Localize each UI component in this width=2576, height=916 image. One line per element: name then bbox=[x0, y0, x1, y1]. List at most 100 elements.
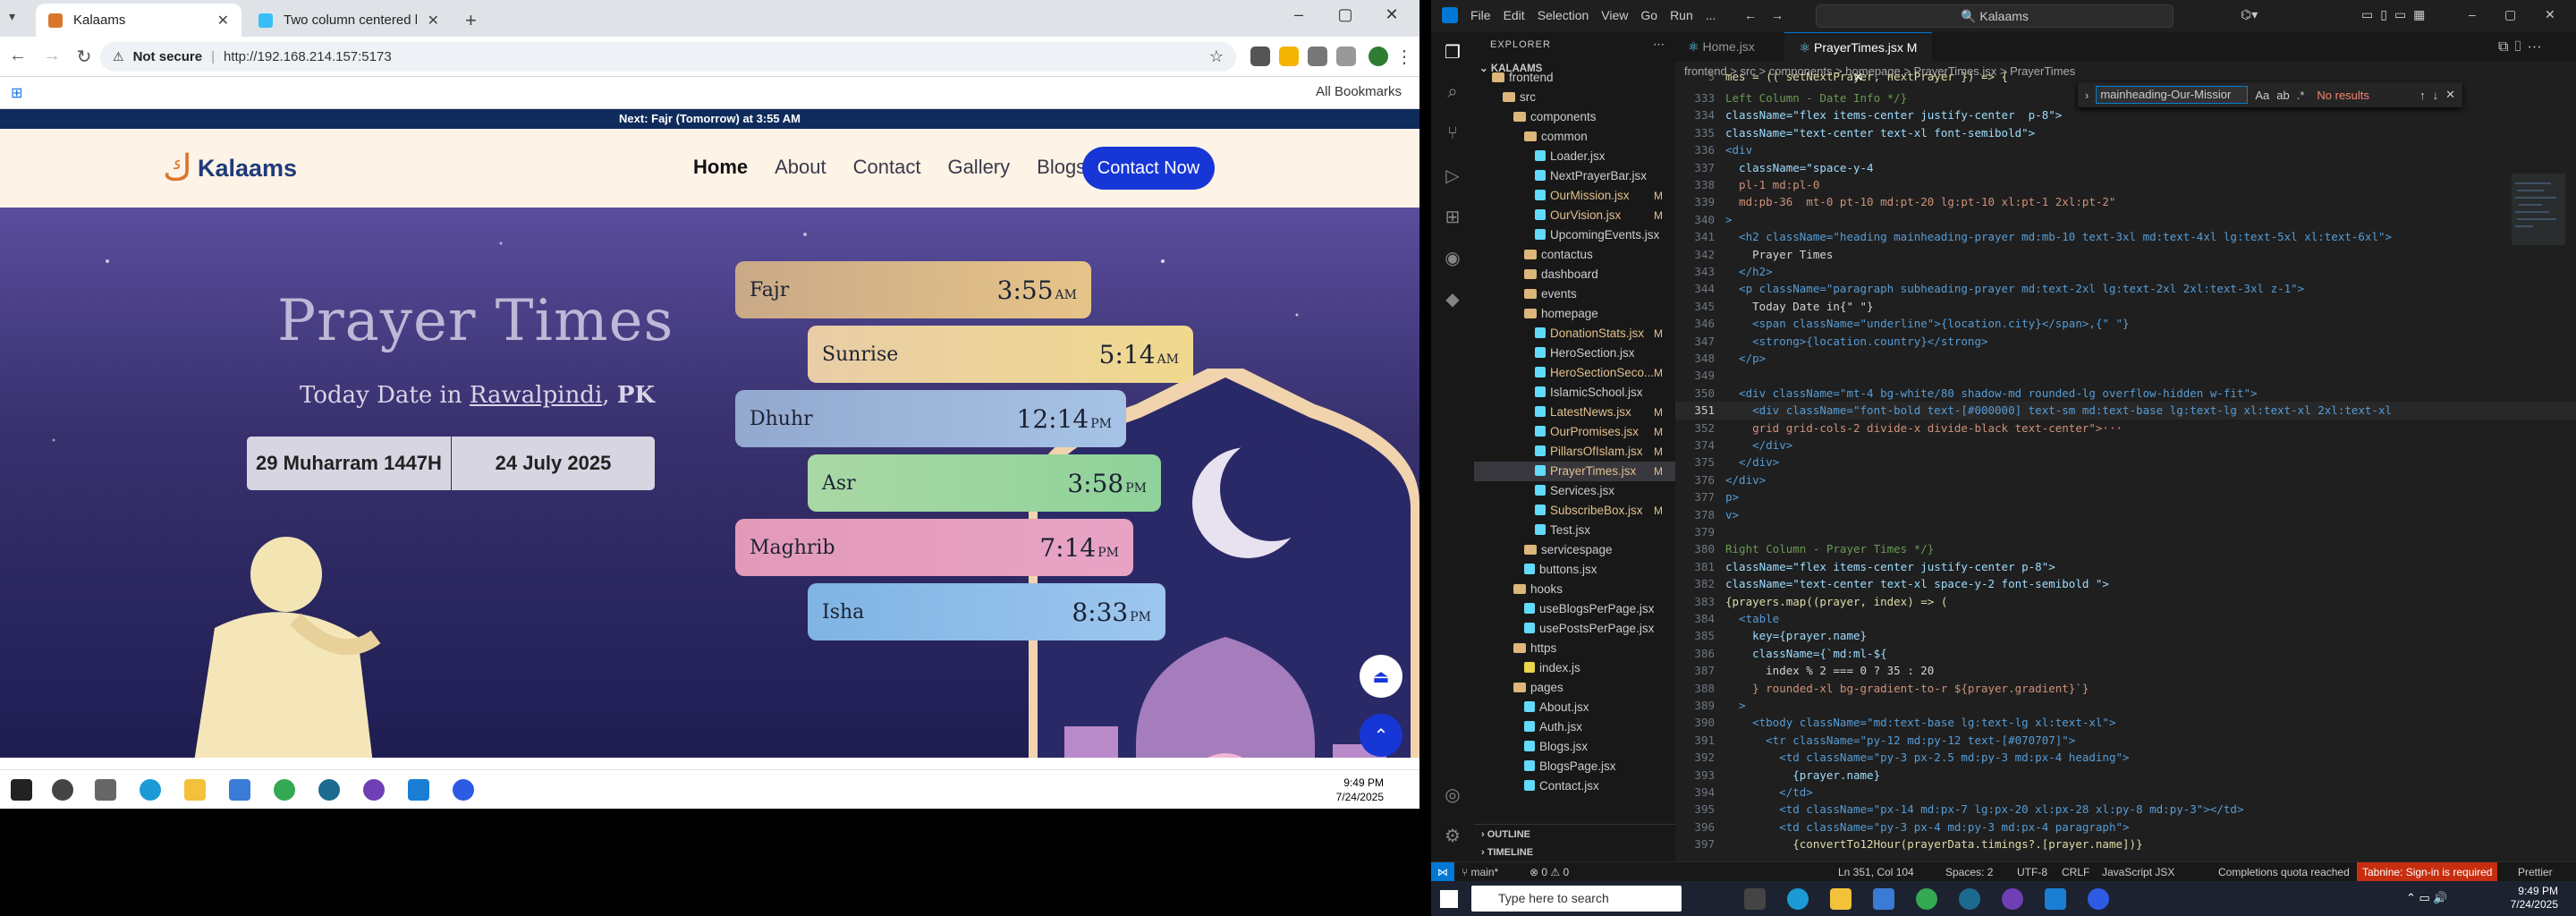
tree-file[interactable]: SubscribeBox.jsx M bbox=[1474, 501, 1675, 521]
nav-home[interactable]: Home bbox=[693, 156, 748, 179]
star-icon[interactable]: ☆ bbox=[1209, 47, 1224, 66]
copilot-icon[interactable]: ⌬▾ bbox=[2241, 7, 2258, 22]
run-debug-icon[interactable]: ▷ bbox=[1442, 165, 1463, 186]
tree-folder[interactable]: hooks bbox=[1474, 580, 1675, 599]
file-explorer-icon[interactable] bbox=[1830, 888, 1852, 910]
maximize-icon[interactable]: ▢ bbox=[1326, 5, 1365, 24]
puzzle-icon[interactable] bbox=[1308, 47, 1327, 66]
taskbar-search-input[interactable]: Type here to search bbox=[1471, 886, 1682, 912]
close-window-icon[interactable]: ✕ bbox=[1372, 5, 1411, 24]
code-line[interactable]: 347 <strong>{location.country}</strong> bbox=[1675, 333, 2576, 350]
code-line[interactable]: 386 className={`md:ml-${ bbox=[1675, 645, 2576, 662]
tree-file[interactable]: PillarsOfIslam.jsx M bbox=[1474, 442, 1675, 462]
code-line[interactable]: 394 </td> bbox=[1675, 784, 2576, 801]
editor-tab-prayertimes[interactable]: ⚛ PrayerTimes.jsx M ✕ bbox=[1784, 32, 1932, 84]
tree-file[interactable]: IslamicSchool.jsx bbox=[1474, 383, 1675, 403]
timeline-section[interactable]: › TIMELINE bbox=[1474, 844, 1675, 861]
menu-go[interactable]: Go bbox=[1640, 8, 1657, 22]
tree-file[interactable]: buttons.jsx bbox=[1474, 560, 1675, 580]
forward-icon[interactable]: → bbox=[39, 46, 64, 66]
code-line[interactable]: 385 key={prayer.name} bbox=[1675, 627, 2576, 644]
next-match-icon[interactable]: ↓ bbox=[2433, 89, 2439, 102]
extension-icon[interactable] bbox=[1250, 47, 1270, 66]
back-icon[interactable]: ← bbox=[5, 46, 30, 66]
scroll-up-icon[interactable]: ⏏ bbox=[1360, 655, 1402, 698]
minimize-icon[interactable]: – bbox=[1279, 5, 1318, 24]
nav-forward-icon[interactable]: → bbox=[1771, 8, 1784, 22]
code-line[interactable]: 382 className="text-center text-xl space-… bbox=[1675, 575, 2576, 592]
code-line[interactable]: 393 {prayer.name} bbox=[1675, 767, 2576, 784]
tree-file[interactable]: Services.jsx bbox=[1474, 481, 1675, 501]
search-icon[interactable] bbox=[52, 779, 73, 801]
outline-section[interactable]: › OUTLINE bbox=[1474, 824, 1675, 844]
menu-file[interactable]: File bbox=[1470, 8, 1491, 22]
code-line[interactable]: 397 {convertTo12Hour(prayerData.timings?… bbox=[1675, 835, 2576, 852]
minimap[interactable] bbox=[2512, 84, 2565, 853]
code-line[interactable]: 342 Prayer Times bbox=[1675, 246, 2576, 263]
maximize-icon[interactable]: ▢ bbox=[2504, 7, 2516, 22]
code-line[interactable]: 334 className="flex items-center justify-… bbox=[1675, 106, 2576, 123]
tree-file[interactable]: HeroSection.jsx bbox=[1474, 344, 1675, 363]
tree-file[interactable]: PrayerTimes.jsx M bbox=[1474, 462, 1675, 481]
new-tab-icon[interactable]: + bbox=[465, 9, 477, 32]
menu-selection[interactable]: Selection bbox=[1538, 8, 1589, 22]
github-icon[interactable] bbox=[363, 779, 385, 801]
tree-folder[interactable]: events bbox=[1474, 284, 1675, 304]
code-line[interactable]: 391 <tr className="py-12 md:py-12 text-[… bbox=[1675, 732, 2576, 749]
regex-icon[interactable]: .* bbox=[2297, 89, 2305, 102]
task-view-icon[interactable] bbox=[95, 779, 116, 801]
vscode-icon[interactable] bbox=[408, 779, 429, 801]
prettier-status[interactable]: Prettier bbox=[2518, 862, 2553, 881]
tree-folder[interactable]: homepage bbox=[1474, 304, 1675, 324]
close-find-icon[interactable]: ✕ bbox=[2445, 88, 2455, 102]
code-line[interactable]: 337 className="space-y-4 bbox=[1675, 159, 2576, 176]
tree-file[interactable]: BlogsPage.jsx bbox=[1474, 757, 1675, 776]
tree-file[interactable]: OurMission.jsx M bbox=[1474, 186, 1675, 206]
layout-icons[interactable]: ▭▯▭▦ bbox=[2361, 7, 2432, 22]
explorer-more-icon[interactable]: ⋯ bbox=[1653, 38, 1665, 52]
code-line[interactable]: 349 bbox=[1675, 367, 2576, 384]
minimize-icon[interactable]: – bbox=[2469, 7, 2476, 21]
tabnine-icon[interactable]: ◆ bbox=[1442, 288, 1463, 310]
code-line[interactable]: 336 <div bbox=[1675, 141, 2576, 158]
code-line[interactable]: 379 bbox=[1675, 523, 2576, 540]
code-line[interactable]: 392 <td className="py-3 px-2.5 md:py-3 m… bbox=[1675, 749, 2576, 766]
remote-icon[interactable]: ⋈ bbox=[1431, 862, 1454, 881]
tree-file[interactable]: useBlogsPerPage.jsx bbox=[1474, 599, 1675, 619]
tab-list-icon[interactable]: ▾ bbox=[9, 9, 27, 27]
code-line[interactable]: 350 <div className="mt-4 bg-white/80 sha… bbox=[1675, 385, 2576, 402]
back-to-top-icon[interactable]: ⌃ bbox=[1360, 714, 1402, 757]
file-explorer-icon[interactable] bbox=[184, 779, 206, 801]
site-logo[interactable]: ﻙ Kalaams bbox=[163, 147, 297, 190]
tree-file[interactable]: usePostsPerPage.jsx bbox=[1474, 619, 1675, 639]
editor-actions-icon[interactable]: ⧉ ▯ ⋯ bbox=[2498, 39, 2542, 55]
code-line[interactable]: 335 className="text-center text-xl font-s… bbox=[1675, 124, 2576, 141]
code-line[interactable]: 387 index % 2 === 0 ? 35 : 20 bbox=[1675, 662, 2576, 679]
tree-file[interactable]: OurVision.jsx M bbox=[1474, 206, 1675, 225]
tab-two-column[interactable]: Two column centered layout ✕ bbox=[246, 4, 452, 37]
find-input[interactable]: mainheading-Our-Missior bbox=[2096, 86, 2249, 104]
copilot-status[interactable]: Completions quota reached bbox=[2218, 862, 2350, 881]
app-icon[interactable] bbox=[1959, 888, 1980, 910]
eol[interactable]: CRLF bbox=[2062, 862, 2089, 881]
tree-file[interactable]: LatestNews.jsx M bbox=[1474, 403, 1675, 422]
tree-file[interactable]: About.jsx bbox=[1474, 698, 1675, 717]
language-mode[interactable]: JavaScript JSX bbox=[2102, 862, 2174, 881]
branch-indicator[interactable]: ⑂ main* bbox=[1462, 862, 1498, 881]
all-bookmarks-button[interactable]: All Bookmarks bbox=[1316, 84, 1402, 99]
code-line[interactable]: 388 } rounded-xl bg-gradient-to-r ${pray… bbox=[1675, 680, 2576, 697]
code-line[interactable]: 374 </div> bbox=[1675, 437, 2576, 454]
explorer-icon[interactable]: ❐ bbox=[1442, 41, 1463, 63]
match-case-icon[interactable]: Aa bbox=[2255, 89, 2269, 102]
menu-edit[interactable]: Edit bbox=[1504, 8, 1525, 22]
tree-folder[interactable]: pages bbox=[1474, 678, 1675, 698]
code-line[interactable]: 390 <tbody className="md:text-base lg:te… bbox=[1675, 714, 2576, 731]
menu-view[interactable]: View bbox=[1601, 8, 1628, 22]
tree-file[interactable]: Test.jsx bbox=[1474, 521, 1675, 540]
task-view-icon[interactable] bbox=[1744, 888, 1766, 910]
indentation[interactable]: Spaces: 2 bbox=[1945, 862, 1993, 881]
code-line[interactable]: 351 <div className="font-bold text-[#000… bbox=[1675, 402, 2576, 420]
apps-icon[interactable]: ⊞ bbox=[11, 84, 22, 102]
whole-word-icon[interactable]: ab bbox=[2276, 89, 2289, 102]
tree-file[interactable]: NextPrayerBar.jsx bbox=[1474, 166, 1675, 186]
